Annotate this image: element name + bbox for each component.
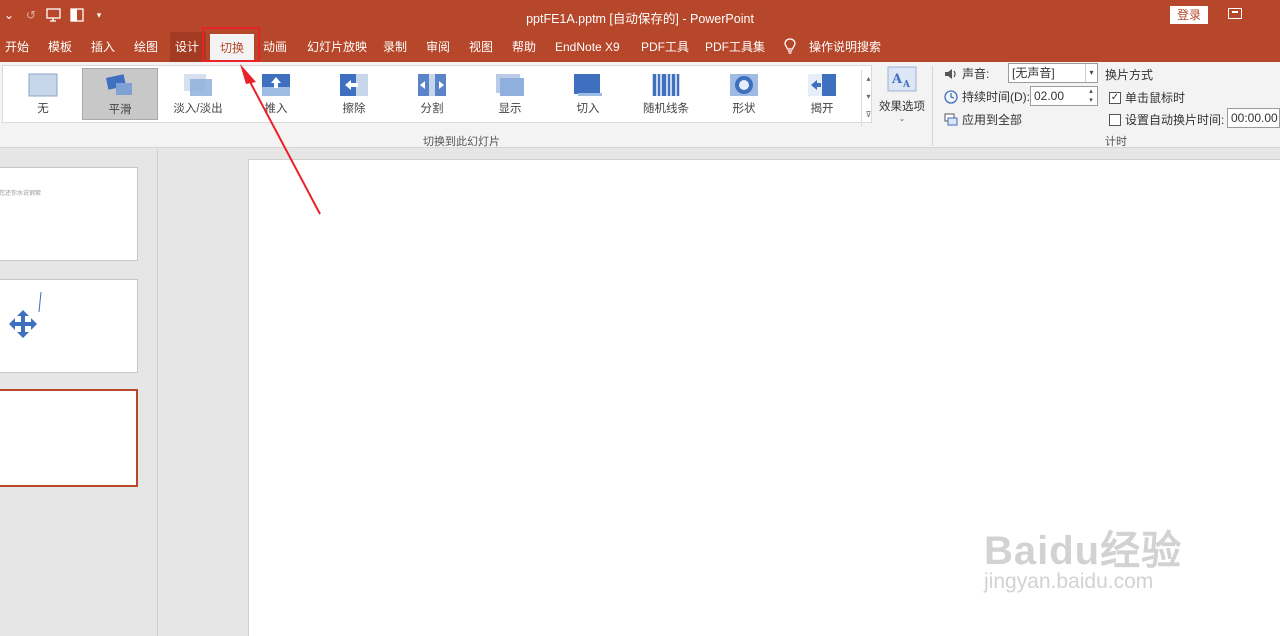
transition-push[interactable]: 推入	[238, 68, 314, 120]
sound-value: [无声音]	[1012, 66, 1055, 80]
apply-all-label: 应用到全部	[962, 113, 1023, 127]
clock-icon	[944, 89, 958, 104]
effect-options-chevron-icon: ⌄	[898, 114, 906, 123]
gallery-scroll: ▴ ▾ ⊽	[861, 70, 875, 126]
duration-input[interactable]: 02.00 ▴ ▾	[1030, 86, 1098, 106]
gallery-expand-icon[interactable]: ⊽	[862, 106, 875, 124]
svg-text:A: A	[902, 80, 911, 90]
after-row: 设置自动换片时间:	[1109, 111, 1224, 128]
slide-thumbnail-pane: 您还你水说钢紫	[0, 149, 158, 636]
tab-draw[interactable]: 绘图	[129, 32, 163, 62]
tab-highlight-box	[202, 27, 260, 62]
sound-label: 声音:	[962, 67, 990, 81]
slide-thumbnail-text: 您还你水说钢紫	[0, 191, 42, 197]
tab-design[interactable]: 设计	[170, 32, 206, 62]
after-checkbox[interactable]	[1109, 113, 1121, 126]
slide-thumbnail-2[interactable]	[0, 279, 138, 373]
transition-cut-icon	[574, 74, 602, 96]
group-separator	[932, 66, 933, 146]
tab-slideshow[interactable]: 幻灯片放映	[302, 32, 372, 62]
duration-value: 02.00	[1034, 89, 1065, 103]
after-time-value: 00:00.00	[1231, 111, 1278, 125]
slide-thumbnail-3[interactable]	[0, 389, 138, 487]
tab-review[interactable]: 审阅	[421, 32, 455, 62]
tab-pdf-toolset[interactable]: PDF工具集	[700, 32, 770, 62]
tab-view[interactable]: 视图	[464, 32, 498, 62]
sound-dropdown-chevron-icon: ▾	[1085, 64, 1097, 82]
on-click-row: ✓ 单击鼠标时	[1109, 89, 1185, 106]
effect-options-icon: AA	[887, 66, 917, 92]
watermark-logo: Baidu经验	[984, 529, 1183, 573]
transition-none-icon	[28, 73, 58, 97]
svg-text:A: A	[891, 72, 903, 87]
title-bar: ⌄ ↺ ▾ pptFE1A.pptm [自动保存的] - PowerPoint …	[0, 0, 1280, 32]
after-time-input[interactable]: 00:00.00	[1227, 108, 1280, 128]
gallery-scroll-down-icon[interactable]: ▾	[862, 88, 875, 106]
transition-wipe[interactable]: 擦除	[316, 68, 392, 120]
transition-wipe-icon	[340, 74, 368, 96]
tab-home[interactable]: 开始	[0, 32, 34, 62]
duration-row: 持续时间(D):	[944, 88, 1030, 105]
tab-insert[interactable]: 插入	[86, 32, 120, 62]
transition-cut[interactable]: 切入	[550, 68, 626, 120]
transition-none[interactable]: 无	[5, 68, 81, 120]
slide-thumbnail-1[interactable]: 您还你水说钢紫	[0, 167, 138, 261]
after-label: 设置自动换片时间:	[1125, 113, 1225, 127]
login-button[interactable]: 登录	[1170, 6, 1208, 24]
transition-random-bars-icon	[652, 74, 680, 96]
tab-help[interactable]: 帮助	[507, 32, 541, 62]
four-way-arrow-shape	[9, 291, 42, 338]
advance-header: 换片方式	[1105, 68, 1154, 82]
transition-reveal-icon	[496, 74, 524, 96]
duration-spinner-icon[interactable]: ▴ ▾	[1085, 87, 1097, 105]
transition-shape-icon	[730, 74, 758, 96]
apply-all-icon	[944, 113, 958, 125]
transition-random-bars[interactable]: 随机线条	[628, 68, 704, 120]
group-label-transition: 切换到此幻灯片	[423, 136, 500, 148]
tell-me-search[interactable]: 操作说明搜索	[804, 32, 886, 62]
on-click-checkbox[interactable]: ✓	[1109, 91, 1121, 104]
transition-fade[interactable]: 淡入/淡出	[160, 68, 236, 120]
transition-morph[interactable]: 平滑	[82, 68, 158, 120]
sound-row: 声音:	[944, 65, 989, 82]
transition-uncover-icon	[808, 74, 836, 96]
transition-fade-icon	[184, 74, 212, 96]
transition-shape[interactable]: 形状	[706, 68, 782, 120]
watermark: Baidu经验 jingyan.baidu.com	[980, 518, 1220, 608]
transition-gallery: 无 平滑 淡入/淡出 推入 擦除 分割 显示 切入 随机线条 形状 揭开 ▴ ▾…	[2, 65, 875, 126]
effect-options-button[interactable]: AA 效果选项 ⌄	[876, 66, 928, 126]
group-label-timing: 计时	[1105, 136, 1127, 148]
tab-pdf-tools[interactable]: PDF工具	[636, 32, 694, 62]
on-click-label: 单击鼠标时	[1125, 91, 1186, 105]
ribbon-tabs: 开始 模板 插入 绘图 设计 切换 动画 幻灯片放映 录制 审阅 视图 帮助 E…	[0, 32, 1280, 62]
transition-split-icon	[418, 74, 446, 96]
ribbon-display-options-icon[interactable]	[1228, 8, 1242, 19]
tab-animations[interactable]: 动画	[258, 32, 292, 62]
ribbon-panel: 无 平滑 淡入/淡出 推入 擦除 分割 显示 切入 随机线条 形状 揭开 ▴ ▾…	[0, 62, 1280, 148]
tab-record[interactable]: 录制	[378, 32, 412, 62]
tab-template[interactable]: 模板	[43, 32, 77, 62]
transition-morph-icon	[105, 74, 132, 95]
transition-uncover[interactable]: 揭开	[784, 68, 860, 120]
gallery-scroll-up-icon[interactable]: ▴	[862, 70, 875, 88]
apply-all-button[interactable]: 应用到全部	[944, 111, 1022, 128]
tab-endnote[interactable]: EndNote X9	[550, 32, 625, 62]
duration-label: 持续时间(D):	[962, 90, 1030, 104]
transition-reveal[interactable]: 显示	[472, 68, 548, 120]
lightbulb-icon	[784, 38, 796, 54]
sound-icon	[945, 68, 956, 79]
document-title: pptFE1A.pptm [自动保存的] - PowerPoint	[526, 12, 754, 26]
transition-push-icon	[262, 74, 290, 96]
transition-split[interactable]: 分割	[394, 68, 470, 120]
watermark-url: jingyan.baidu.com	[984, 570, 1154, 593]
sound-dropdown[interactable]: [无声音] ▾	[1008, 63, 1098, 83]
